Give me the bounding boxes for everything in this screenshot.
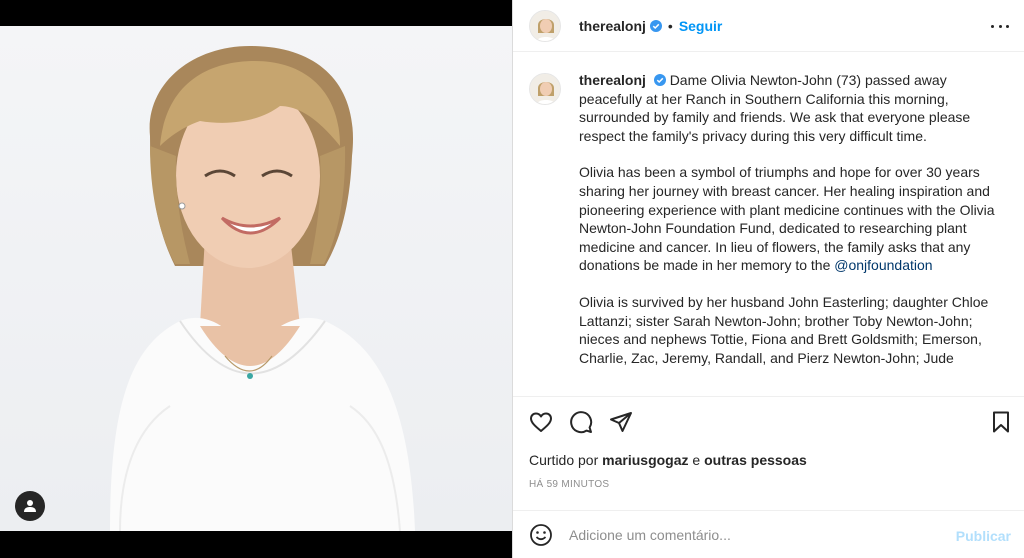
separator-dot: • <box>667 17 673 34</box>
username[interactable]: therealonj <box>579 18 646 34</box>
action-bar <box>513 396 1024 446</box>
bookmark-icon[interactable] <box>989 410 1013 434</box>
avatar[interactable] <box>529 9 561 42</box>
more-options-icon[interactable] <box>991 18 1009 34</box>
caption-text: therealonj Dame Olivia Newton-John (73) … <box>579 71 999 385</box>
caption: therealonj Dame Olivia Newton-John (73) … <box>529 71 1009 385</box>
post-media <box>0 0 512 558</box>
verified-badge-icon <box>653 74 666 86</box>
follow-button[interactable]: Seguir <box>679 18 723 34</box>
user-tag-button[interactable] <box>15 491 45 521</box>
caption-username[interactable]: therealonj <box>579 72 646 88</box>
likes-summary: Curtido por mariusgogaz e outras pessoas <box>529 452 807 468</box>
post-header: therealonj • Seguir <box>513 0 1024 52</box>
portrait-image <box>110 46 415 531</box>
likes-prefix: Curtido por <box>529 452 599 468</box>
add-comment-bar: Publicar <box>513 510 1024 558</box>
avatar-image <box>530 74 560 104</box>
comments-area[interactable]: therealonj Dame Olivia Newton-John (73) … <box>513 53 1024 395</box>
avatar-image <box>530 10 560 41</box>
caption-paragraph: therealonj Dame Olivia Newton-John (73) … <box>579 71 999 145</box>
caption-avatar[interactable] <box>529 73 561 105</box>
likes-and: e <box>692 452 701 468</box>
likes-user-link[interactable]: mariusgogaz <box>602 452 688 468</box>
user-tag-icon <box>24 500 36 512</box>
post-photo[interactable] <box>0 26 512 531</box>
publish-button[interactable]: Publicar <box>956 528 1011 544</box>
likes-others-link[interactable]: outras pessoas <box>704 452 807 468</box>
caption-paragraph: Olivia is survived by her husband John E… <box>579 293 999 367</box>
heart-icon[interactable] <box>529 410 553 434</box>
comment-icon[interactable] <box>569 410 593 434</box>
emoji-icon[interactable] <box>529 523 553 547</box>
caption-paragraph: Olivia has been a symbol of triumphs and… <box>579 163 999 275</box>
post-side-panel: therealonj • Seguir therealonj Dame Oliv… <box>512 0 1024 558</box>
post-timestamp[interactable]: HÁ 59 MINUTOS <box>529 479 609 490</box>
caption-paragraph-3: Olivia is survived by her husband John E… <box>579 293 989 366</box>
comment-input[interactable] <box>569 526 929 543</box>
mention-link[interactable]: @onjfoundation <box>834 257 932 273</box>
share-icon[interactable] <box>609 410 633 434</box>
verified-badge-icon <box>649 19 662 32</box>
